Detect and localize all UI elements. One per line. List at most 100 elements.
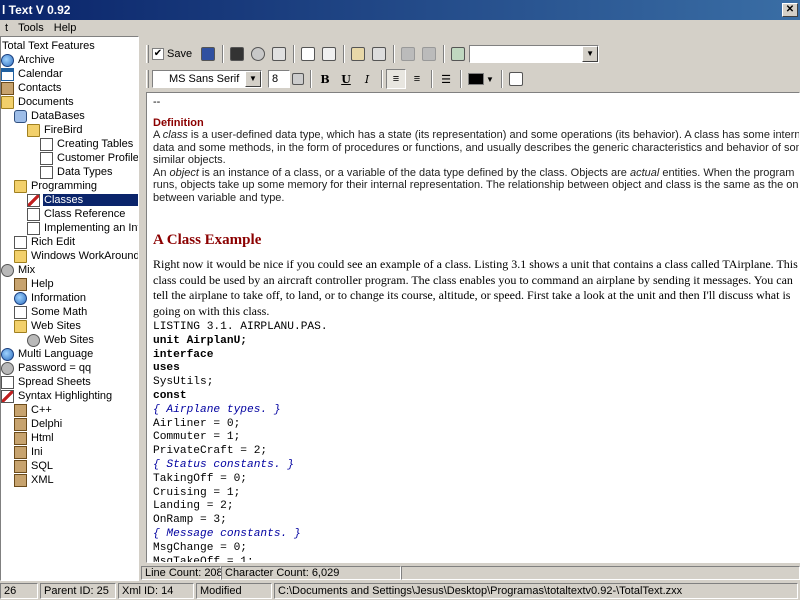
book-icon [14,473,27,487]
bullets-button[interactable]: ☰ [436,69,456,89]
tree-node[interactable]: Html [14,431,55,445]
tree-node-label: Programming [31,180,98,192]
tree-node-label: Total Text Features [2,40,95,52]
book-icon [14,445,27,459]
paste-special-button[interactable] [369,44,389,64]
align-left-button[interactable]: ≡ [386,69,406,89]
italic-button[interactable]: I [357,69,377,89]
tree-node[interactable]: Implementing an Interface [27,221,138,235]
font-size-field[interactable]: 8 [268,70,290,88]
cut-button[interactable] [298,44,318,64]
font-color-button[interactable]: ▼ [465,69,497,89]
tree-node[interactable]: DataBases [14,109,86,123]
style-combo[interactable]: ▼ [469,45,600,63]
tree-node[interactable]: Ini [14,445,44,459]
bold-button[interactable]: B [315,69,335,89]
tree-node[interactable]: Rich Edit [14,235,76,249]
tree-node-label: Web Sites [44,334,94,346]
save-disk-button[interactable] [198,44,218,64]
window-title: l Text V 0.92 [2,3,71,17]
print-preview-button[interactable] [227,44,247,64]
tree-node[interactable]: Data Types [40,165,113,179]
font-name-value: MS Sans Serif [169,73,240,85]
tree-node[interactable]: Calendar [1,67,64,81]
tree-node[interactable]: Spread Sheets [1,375,92,389]
tree-node-label: Calendar [18,68,63,80]
tree-node-label: Help [31,278,54,290]
tree-node[interactable]: Delphi [14,417,63,431]
tree-node[interactable]: Creating Tables [40,137,134,151]
close-icon[interactable]: ✕ [782,3,798,17]
tree-node[interactable]: Customer Profile [40,151,138,165]
spell-check-button[interactable] [448,44,468,64]
tree-node[interactable]: Total Text Features [1,39,96,53]
code-line: OnRamp = 3; [153,514,227,527]
tree-node[interactable]: XML [14,473,55,487]
tree-node[interactable]: Information [14,291,87,305]
save-label[interactable]: Save [167,48,192,60]
tree-node-label: SQL [31,460,54,472]
copy-button[interactable] [319,44,339,64]
font-size-spin-button[interactable] [290,69,306,89]
paste-button[interactable] [348,44,368,64]
document-icon [40,165,53,179]
menu-tools[interactable]: Tools [13,22,49,34]
tree-node[interactable]: Windows WorkArounds [14,249,138,263]
status-parent-id: Parent ID: 25 [40,583,116,599]
definition-paragraph-2: An object is an instance of a class, or … [153,166,800,204]
find-button[interactable] [248,44,268,64]
chevron-down-icon[interactable]: ▼ [245,71,261,87]
align-center-button[interactable]: ≡ [407,69,427,89]
tree-node[interactable]: Mix [1,263,36,277]
redo-button[interactable] [419,44,439,64]
status-xml-id: Xml ID: 14 [118,583,194,599]
toolbar-separator [501,70,503,88]
underline-button[interactable]: U [336,69,356,89]
tree-node-label: Creating Tables [57,138,134,150]
font-name-combo[interactable]: MS Sans Serif ▼ [152,70,262,88]
code-line: PrivateCraft = 2; [153,445,268,458]
status-id: 26 [0,583,38,599]
tree-node[interactable]: Password = qq [1,361,92,375]
menu-help[interactable]: Help [49,22,82,34]
tree-node[interactable]: Documents [1,95,75,109]
toolbar-grip[interactable] [146,70,149,88]
tree-node[interactable]: Programming [14,179,98,193]
toolbar-grip[interactable] [146,45,149,63]
globe-icon [1,53,14,67]
toolbar-format: MS Sans Serif ▼ 8 B U I ≡ ≡ ☰ ▼ [146,67,800,91]
document-icon [14,305,27,319]
tree-node-label: Spread Sheets [18,376,91,388]
insert-image-button[interactable] [506,69,526,89]
tree-node-label: XML [31,474,54,486]
code-line: { Airplane types. } [153,403,281,416]
contacts-icon [1,81,14,95]
undo-button[interactable] [398,44,418,64]
tree-node[interactable]: Archive [1,53,56,67]
tree-node[interactable]: Syntax Highlighting [1,389,113,403]
definition-paragraph-1: A class is a user-defined data type, whi… [153,129,800,166]
folder-icon [14,179,27,193]
menu-file[interactable]: t [0,22,13,34]
rich-text-editor[interactable]: -- Definition A class is a user-defined … [146,92,800,563]
tree-node[interactable]: Some Math [14,305,88,319]
tree-node[interactable]: Class Reference [27,207,126,221]
tree-panel[interactable]: Total Text Features Archive Calendar Contac… [0,36,139,581]
tree-node[interactable]: Contacts [1,81,62,95]
character-count: Character Count: 6,029 [221,566,401,580]
save-checkbox[interactable]: ✔ [152,48,164,60]
tree-node[interactable]: Web Sites [27,333,95,347]
code-line: Landing = 2; [153,500,234,513]
print-button[interactable] [269,44,289,64]
tree-node[interactable]: SQL [14,459,54,473]
tree-node[interactable]: C++ [14,403,53,417]
code-line: LISTING 3.1. AIRPLANU.PAS. [153,321,328,333]
tree-node[interactable]: Web Sites [14,319,82,333]
database-icon [14,109,27,123]
tree-node[interactable]: Help [14,277,55,291]
tree-node[interactable]: Multi Language [1,347,94,361]
tree-node[interactable]: FireBird [27,123,84,137]
tree-node-label: Multi Language [18,348,94,360]
chevron-down-icon[interactable]: ▼ [582,46,599,62]
tree-node[interactable]: Classes [27,193,138,207]
